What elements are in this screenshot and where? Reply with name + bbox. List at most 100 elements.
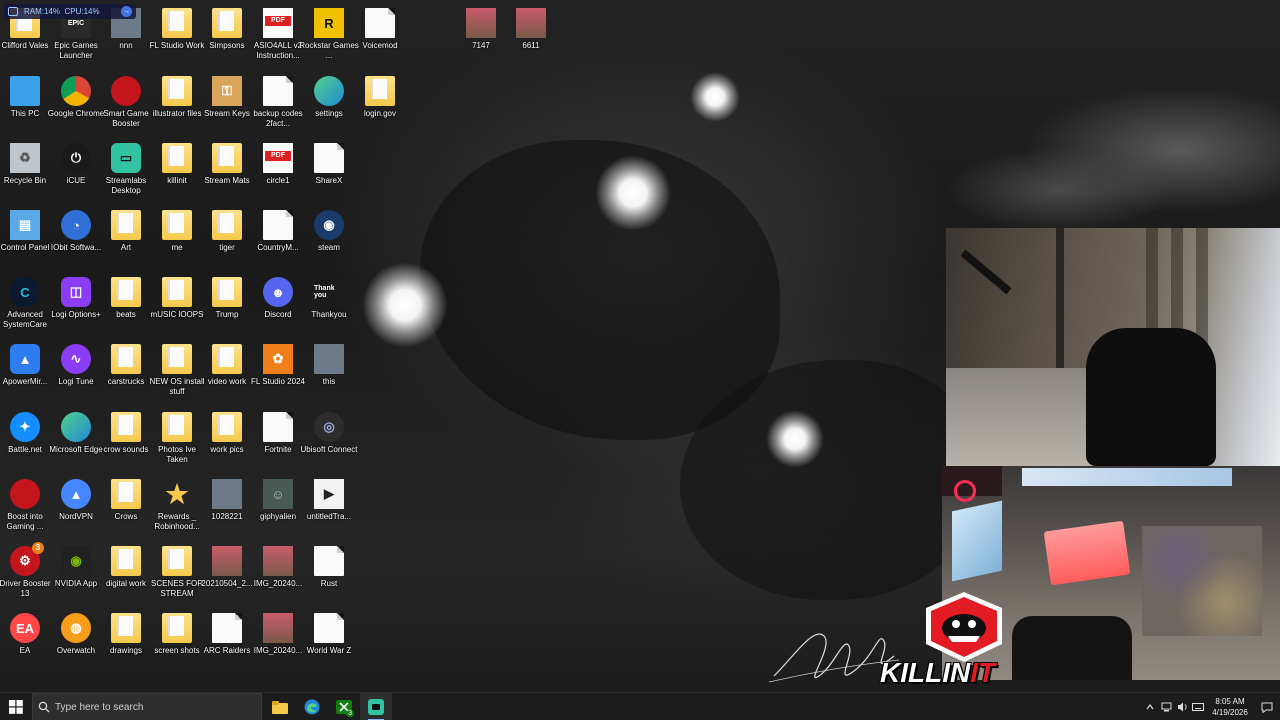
desktop-icon[interactable]: me (149, 206, 205, 270)
network-icon[interactable] (1158, 693, 1174, 720)
desktop-icon[interactable]: mUSIC lOOPS (149, 273, 205, 337)
desktop-icon[interactable]: ▤ Control Panel (0, 206, 53, 270)
thankyou-image-icon: Thank you (314, 285, 335, 299)
desktop-icon[interactable]: ♻ Recycle Bin (0, 139, 53, 203)
desktop-icon[interactable]: PDF circle1 (250, 139, 306, 203)
desktop-icon[interactable]: Photos Ive Taken (149, 408, 205, 472)
desktop-icon[interactable]: 6611 (503, 4, 559, 68)
desktop-icon[interactable]: Voicemod (352, 4, 408, 68)
desktop-icon[interactable]: IMG_20240... (250, 609, 306, 673)
file-explorer-icon[interactable] (264, 693, 296, 720)
desktop-icon-label: steam (318, 243, 340, 252)
arrow-right-icon[interactable]: → (121, 6, 132, 17)
start-button[interactable] (0, 693, 32, 720)
keyboard-icon[interactable] (1190, 693, 1206, 720)
desktop-icon[interactable]: Fortnite (250, 408, 306, 472)
desktop-icon[interactable]: Simpsons (199, 4, 255, 68)
desktop-icon[interactable]: ◉ steam (301, 206, 357, 270)
desktop-icon[interactable]: Stream Mats (199, 139, 255, 203)
control-panel-icon: ▤ (10, 210, 40, 240)
desktop-icon[interactable]: Boost into Gaming ... (0, 475, 53, 539)
folder-icon (162, 143, 192, 173)
folder-icon (111, 412, 141, 442)
discord-icon: ☻ (263, 277, 293, 307)
desktop-icon[interactable]: work pics (199, 408, 255, 472)
folder-icon (162, 277, 192, 307)
desktop-icon[interactable]: 7147 (453, 4, 509, 68)
desktop-icon[interactable]: beats (98, 273, 154, 337)
desktop-icon[interactable]: ☺ giphyalien (250, 475, 306, 539)
desktop-icon[interactable]: ▭ Streamlabs Desktop (98, 139, 154, 203)
desktop-icon[interactable]: Microsoft Edge (48, 408, 104, 472)
desktop-icon[interactable]: ShareX (301, 139, 357, 203)
desktop-icon[interactable]: ⚙ 3 Driver Booster 13 (0, 542, 53, 606)
crow-eye-glow (362, 262, 448, 348)
desktop-icon[interactable]: Crows (98, 475, 154, 539)
fl-studio-icon: ✿ (263, 344, 293, 374)
desktop-icon[interactable]: SCENES FOR STREAM (149, 542, 205, 606)
desktop-icon[interactable]: ◎ Ubisoft Connect (301, 408, 357, 472)
desktop-icon[interactable]: ◫ Logi Options+ (48, 273, 104, 337)
desktop-icon[interactable]: 20210504_2... (199, 542, 255, 606)
desktop-icon[interactable]: R Rockstar Games ... (299, 4, 359, 68)
folder-icon (162, 613, 192, 643)
desktop-icon[interactable]: ◍ Overwatch (48, 609, 104, 673)
performance-overlay: RAM:14% CPU:14% → (4, 4, 136, 19)
desktop-icon[interactable]: ∿ Logi Tune (48, 340, 104, 404)
desktop-icon[interactable]: ▲ NordVPN (48, 475, 104, 539)
desktop-icon[interactable]: This PC (0, 72, 53, 136)
desktop-icon[interactable]: digital work (98, 542, 154, 606)
streamlabs-icon[interactable] (360, 693, 392, 720)
desktop-icon[interactable]: carstrucks (98, 340, 154, 404)
volume-icon[interactable] (1174, 693, 1190, 720)
desktop-icon[interactable]: ☻ Discord (250, 273, 306, 337)
desktop-icon[interactable]: video work (199, 340, 255, 404)
desktop-icon[interactable]: login.gov (352, 72, 408, 136)
desktop-icon[interactable]: EA EA (0, 609, 53, 673)
desktop-icon[interactable]: PDF ASIO4ALL v2 Instruction... (250, 4, 306, 68)
folder-icon (162, 412, 192, 442)
desktop-icon[interactable]: World War Z (301, 609, 357, 673)
desktop-icon[interactable]: drawings (98, 609, 154, 673)
desktop-icon[interactable]: FL Studio Work (149, 4, 205, 68)
desktop-icon[interactable]: illustrator files (149, 72, 205, 136)
desktop-icon[interactable]: backup codes 2fact... (250, 72, 306, 136)
desktop-icon[interactable]: C Advanced SystemCare (0, 273, 53, 337)
desktop-icon[interactable]: ◔ IObit Softwa... (48, 206, 104, 270)
desktop-icon[interactable]: tiger (199, 206, 255, 270)
desktop-icon[interactable]: 1028221 (199, 475, 255, 539)
desktop-icon[interactable]: ▲ ApowerMir... (0, 340, 53, 404)
desktop-icon[interactable]: ▶ untitledTra... (301, 475, 357, 539)
desktop-icon[interactable]: crow sounds (98, 408, 154, 472)
desktop-icon[interactable]: screen shots (149, 609, 205, 673)
taskbar-search[interactable] (32, 693, 262, 720)
key-icon: ⚿ (212, 76, 242, 106)
advanced-systemcare-icon: C (10, 277, 40, 307)
desktop-icon[interactable]: this (301, 340, 357, 404)
desktop-icon[interactable]: Rust (301, 542, 357, 606)
search-input[interactable] (55, 701, 245, 713)
taskbar-clock[interactable]: 8:05 AM 4/19/2026 (1206, 696, 1254, 718)
desktop-icon[interactable]: ✦ Battle.net (0, 408, 53, 472)
desktop-icon[interactable]: IMG_20240... (250, 542, 306, 606)
desktop-icon[interactable]: Art (98, 206, 154, 270)
folder-icon (111, 344, 141, 374)
chevron-up-icon[interactable] (1142, 693, 1158, 720)
notification-icon[interactable] (1254, 693, 1280, 720)
desktop-icon[interactable]: ⚿ Stream Keys (199, 72, 255, 136)
desktop-icon[interactable]: settings (301, 72, 357, 136)
desktop-icon[interactable]: ◉ NVIDIA App (48, 542, 104, 606)
desktop-icon[interactable]: ✿ FL Studio 2024 (250, 340, 306, 404)
desktop-icon[interactable]: Trump (199, 273, 255, 337)
desktop-icon[interactable]: killinit (149, 139, 205, 203)
desktop-icon[interactable]: Thank you Thankyou (301, 273, 357, 337)
document-icon (263, 412, 293, 442)
desktop-icon[interactable]: CountryM... (250, 206, 306, 270)
desktop-icon[interactable]: Smart Game Booster (98, 72, 154, 136)
xbox-icon[interactable]: 3 (328, 693, 360, 720)
edge-icon[interactable] (296, 693, 328, 720)
desktop-icon[interactable]: ★ Rewards _ Robinhood... (149, 475, 205, 539)
desktop-icon[interactable]: ARC Raiders (199, 609, 255, 673)
desktop-icon[interactable]: NEW OS install stuff (149, 340, 205, 404)
desktop-icon-label: Voicemod (362, 41, 398, 50)
